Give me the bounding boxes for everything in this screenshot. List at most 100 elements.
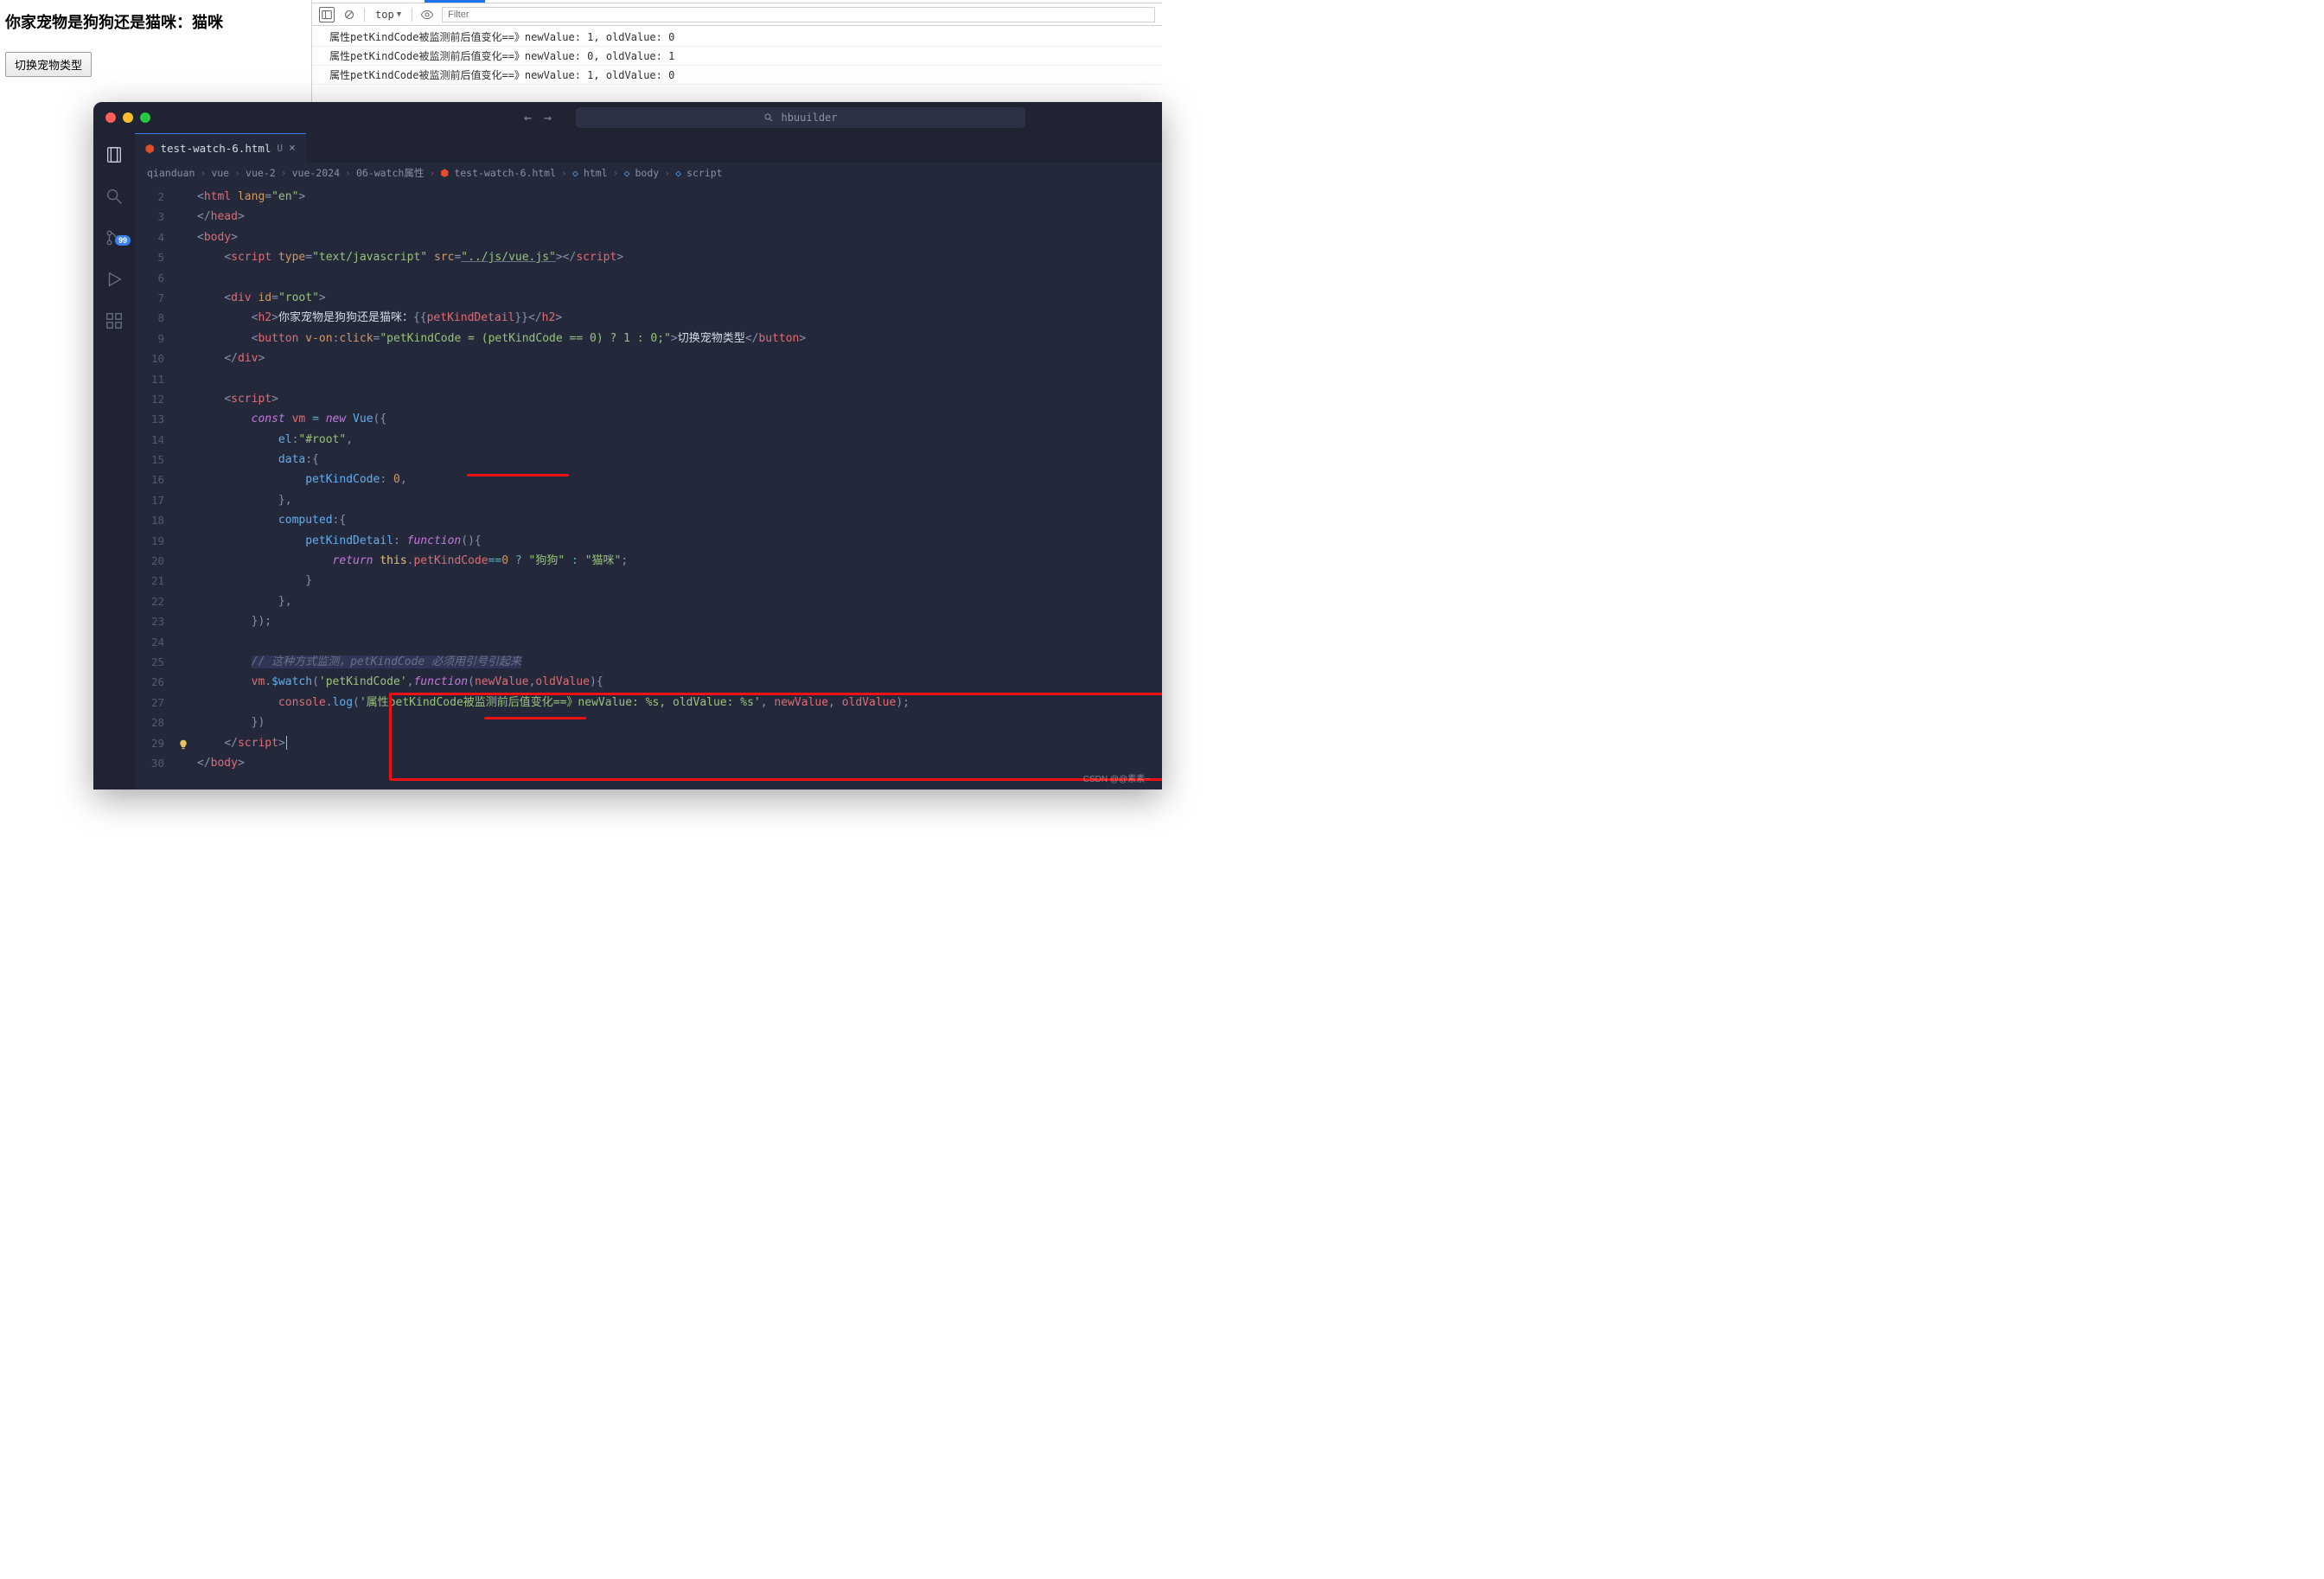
console-row: 属性petKindCode被监测前后值变化==》newValue: 0, old… <box>312 47 1162 66</box>
tab-bar: ⬢ test-watch-6.html U × <box>135 133 1162 163</box>
extensions-icon[interactable] <box>105 311 124 334</box>
code-line[interactable]: 26 vm.$watch('petKindCode',function(newV… <box>135 672 1162 692</box>
code-line[interactable]: 10 </div> <box>135 348 1162 368</box>
code-line[interactable]: 21 } <box>135 571 1162 591</box>
html-file-icon: ⬢ <box>440 167 449 179</box>
console-filter-input[interactable] <box>442 7 1155 22</box>
close-window-icon[interactable] <box>105 112 116 123</box>
code-text: el:"#root", <box>194 430 1162 450</box>
code-line[interactable]: 28 }) <box>135 713 1162 732</box>
code-line[interactable]: 9 <button v-on:click="petKindCode = (pet… <box>135 329 1162 348</box>
code-line[interactable]: 30</body> <box>135 753 1162 773</box>
code-text: <body> <box>194 227 1162 247</box>
code-line[interactable]: 13 const vm = new Vue({ <box>135 409 1162 429</box>
nav-back-icon[interactable]: ← <box>524 110 532 125</box>
line-number: 11 <box>135 369 176 389</box>
annotation-underline <box>467 474 569 476</box>
code-line[interactable]: 12 <script> <box>135 389 1162 409</box>
code-line[interactable]: 19 petKindDetail: function(){ <box>135 531 1162 551</box>
toggle-pet-button[interactable]: 切换宠物类型 <box>5 52 92 77</box>
window-controls[interactable] <box>105 112 150 123</box>
code-line[interactable]: 15 data:{ <box>135 450 1162 470</box>
code-text: const vm = new Vue({ <box>194 409 1162 429</box>
crumb[interactable]: qianduan <box>147 167 195 179</box>
crumb[interactable]: script <box>686 167 723 179</box>
chevron-right-icon: › <box>613 167 619 179</box>
debug-icon[interactable] <box>105 270 124 292</box>
explorer-icon[interactable] <box>105 145 124 168</box>
code-line[interactable]: 4 <body> <box>135 227 1162 247</box>
line-number: 6 <box>135 268 176 288</box>
context-selector[interactable]: top▼ <box>372 9 405 21</box>
source-control-icon[interactable] <box>105 228 124 251</box>
code-line[interactable]: 18 computed:{ <box>135 510 1162 530</box>
crumb[interactable]: body <box>635 167 659 179</box>
clear-console-icon[interactable] <box>342 7 357 22</box>
code-line[interactable]: 16 petKindCode: 0, <box>135 470 1162 489</box>
toggle-sidebar-icon[interactable] <box>319 7 335 22</box>
line-number: 4 <box>135 227 176 247</box>
chevron-right-icon: › <box>561 167 567 179</box>
search-icon <box>763 112 774 123</box>
breadcrumbs[interactable]: qianduan› vue› vue-2› vue-2024› 06-watch… <box>135 163 1162 183</box>
code-line[interactable]: 24 <box>135 632 1162 652</box>
line-number: 7 <box>135 288 176 308</box>
code-line[interactable]: 3</head> <box>135 207 1162 227</box>
code-editor-window: ← → hbuuilder ⬢ test-watch-6.html U × <box>93 102 1162 790</box>
crumb[interactable]: 06-watch属性 <box>356 166 424 180</box>
command-search[interactable]: hbuuilder <box>576 107 1025 128</box>
live-expression-icon[interactable] <box>419 7 435 22</box>
line-number: 12 <box>135 389 176 409</box>
devtools-panel: top▼ 属性petKindCode被监测前后值变化==》newValue: 1… <box>311 0 1162 104</box>
code-line[interactable]: 7 <div id="root"> <box>135 288 1162 308</box>
tab-close-icon[interactable]: × <box>289 142 296 155</box>
context-label: top <box>375 9 394 21</box>
code-text: <html lang="en"> <box>194 187 1162 207</box>
code-line[interactable]: 27 console.log('属性petKindCode被监测前后值变化==》… <box>135 693 1162 713</box>
crumb[interactable]: html <box>584 167 608 179</box>
line-number: 25 <box>135 652 176 672</box>
code-line[interactable]: 22 }, <box>135 591 1162 611</box>
line-number: 29 <box>135 733 176 753</box>
code-line[interactable]: 5 <script type="text/javascript" src="..… <box>135 247 1162 267</box>
code-line[interactable]: 14 el:"#root", <box>135 430 1162 450</box>
code-line[interactable]: 17 }, <box>135 490 1162 510</box>
watermark: CSDN @@素素~ <box>1083 771 1150 784</box>
code-text: } <box>194 571 1162 591</box>
code-line[interactable]: 11 <box>135 369 1162 389</box>
code-line[interactable]: 25 // 这种方式监测，petKindCode 必须用引号引起来 <box>135 652 1162 672</box>
line-number: 27 <box>135 693 176 713</box>
code-line[interactable]: 23 }); <box>135 611 1162 631</box>
annotation-underline <box>484 717 586 719</box>
code-line[interactable]: 8 <h2>你家宠物是狗狗还是猫咪：{{petKindDetail}}</h2> <box>135 308 1162 328</box>
crumb[interactable]: vue <box>211 167 229 179</box>
symbol-icon: ◇ <box>675 167 681 179</box>
code-line[interactable]: 6 <box>135 268 1162 288</box>
console-toolbar: top▼ <box>312 3 1162 26</box>
code-text: vm.$watch('petKindCode',function(newValu… <box>194 672 1162 692</box>
activity-bar <box>93 133 135 790</box>
chevron-down-icon: ▼ <box>397 10 401 19</box>
line-number: 14 <box>135 430 176 450</box>
code-text: </body> <box>194 753 1162 773</box>
chevron-right-icon: › <box>200 167 206 179</box>
tab-file[interactable]: ⬢ test-watch-6.html U × <box>135 133 306 163</box>
lightbulb-icon[interactable] <box>178 737 188 747</box>
nav-forward-icon[interactable]: → <box>544 110 552 125</box>
code-text: <script> <box>194 389 1162 409</box>
crumb[interactable]: test-watch-6.html <box>454 167 556 179</box>
code-text: }, <box>194 490 1162 510</box>
console-row: 属性petKindCode被监测前后值变化==》newValue: 1, old… <box>312 66 1162 85</box>
minimize-window-icon[interactable] <box>123 112 133 123</box>
code-line[interactable]: 20 return this.petKindCode==0 ? "狗狗" : "… <box>135 551 1162 571</box>
maximize-window-icon[interactable] <box>140 112 150 123</box>
code-line[interactable]: 29 </script> <box>135 733 1162 753</box>
search-activity-icon[interactable] <box>105 187 124 209</box>
crumb[interactable]: vue-2 <box>246 167 276 179</box>
crumb[interactable]: vue-2024 <box>292 167 340 179</box>
code-area[interactable]: 2<html lang="en">3</head>4 <body>5 <scrip… <box>135 183 1162 790</box>
line-number: 8 <box>135 308 176 328</box>
tab-modified-indicator: U <box>277 143 283 154</box>
toolbar-divider <box>364 8 365 22</box>
code-line[interactable]: 2<html lang="en"> <box>135 187 1162 207</box>
